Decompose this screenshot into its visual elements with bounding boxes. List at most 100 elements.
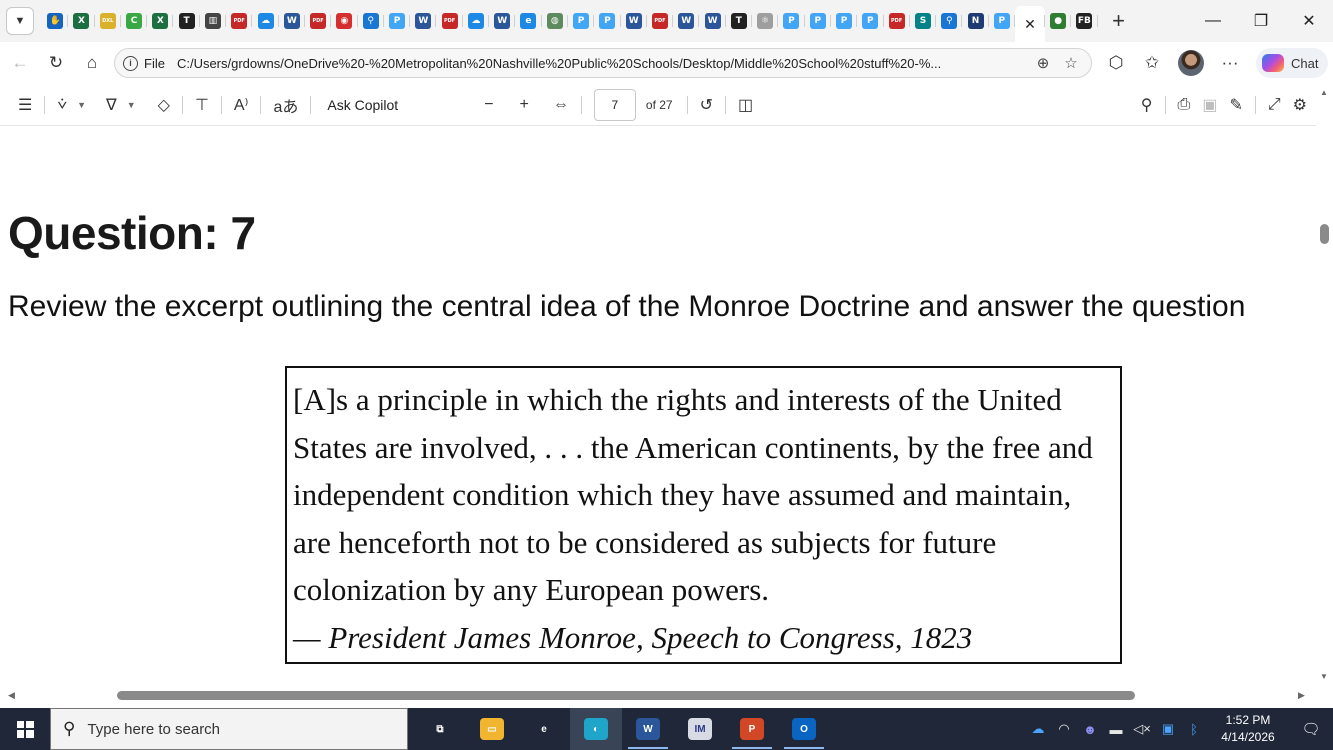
back-button[interactable]: ←: [2, 45, 38, 81]
zoom-out-button[interactable]: −: [478, 90, 499, 120]
browser-tab[interactable]: P: [778, 6, 805, 36]
scroll-right-icon[interactable]: ▶: [1298, 690, 1305, 701]
browser-tab[interactable]: N: [962, 6, 989, 36]
draw-button[interactable]: ∇ ▼: [100, 90, 142, 120]
pdf-document-view[interactable]: Question: 7 Review the excerpt outlining…: [0, 126, 1316, 686]
browser-tab[interactable]: P: [989, 6, 1016, 36]
zoom-in-button[interactable]: +: [514, 90, 535, 120]
browser-tab[interactable]: ☁: [463, 6, 490, 36]
browser-tab[interactable]: ◍: [542, 6, 569, 36]
scroll-up-icon[interactable]: ▲: [1320, 88, 1328, 97]
browser-tab[interactable]: T: [173, 6, 201, 36]
page-number-input[interactable]: [593, 88, 636, 121]
info-icon[interactable]: i: [123, 55, 138, 71]
browser-tab[interactable]: ●: [1045, 6, 1072, 36]
favorite-button[interactable]: ☆: [1057, 54, 1085, 72]
home-button[interactable]: ⌂: [74, 45, 110, 81]
browser-tab[interactable]: X: [68, 6, 95, 36]
teams-icon[interactable]: ☻: [1079, 708, 1101, 750]
browser-tab[interactable]: P: [805, 6, 832, 36]
browser-tab[interactable]: P: [568, 6, 595, 36]
translate-button[interactable]: aあ: [267, 90, 304, 120]
clock[interactable]: 1:52 PM 4/14/2026: [1207, 712, 1289, 746]
outlook-tray-icon[interactable]: ▣: [1157, 708, 1179, 750]
horizontal-scrollbar[interactable]: ◀ ▶: [0, 686, 1316, 708]
pdf-settings-button[interactable]: ⚙: [1287, 90, 1313, 120]
browser-tab[interactable]: P: [857, 6, 884, 36]
taskbar-app-button[interactable]: e: [518, 708, 570, 750]
taskbar-search-box[interactable]: ⚲ Type here to search: [50, 708, 408, 750]
browser-tab[interactable]: PDF: [305, 6, 332, 36]
browser-tab[interactable]: X: [147, 6, 174, 36]
browser-tab[interactable]: DXL: [95, 6, 122, 36]
ask-copilot-button[interactable]: Ask Copilot: [317, 97, 408, 113]
address-bar[interactable]: i File C:/Users/grdowns/OneDrive%20-%20M…: [114, 48, 1092, 78]
save-as-button[interactable]: ✎: [1223, 90, 1248, 120]
browser-tab[interactable]: P: [384, 6, 411, 36]
favorites-button[interactable]: ✩: [1134, 45, 1170, 81]
browser-tab[interactable]: PDF: [647, 6, 674, 36]
notifications-button[interactable]: 🗨: [1289, 708, 1333, 750]
browser-tab[interactable]: ✋: [42, 6, 69, 36]
browser-tab[interactable]: ⚲: [936, 6, 963, 36]
vertical-scrollbar[interactable]: ▲ ▼: [1316, 84, 1333, 686]
wifi-icon[interactable]: ◠: [1053, 708, 1075, 750]
add-text-button[interactable]: ⊤: [189, 90, 215, 120]
browser-tab[interactable]: W: [673, 6, 700, 36]
active-browser-tab[interactable]: ✕: [1014, 6, 1045, 42]
close-tab-icon[interactable]: ✕: [1024, 16, 1036, 33]
zoom-button[interactable]: ⊕: [1029, 54, 1057, 72]
browser-tab[interactable]: ☁: [252, 6, 279, 36]
taskbar-app-button[interactable]: IM: [674, 708, 726, 750]
taskbar-app-button[interactable]: P: [726, 708, 778, 750]
battery-icon[interactable]: ▬: [1105, 708, 1127, 750]
taskbar-app-button[interactable]: ◐: [570, 708, 622, 750]
horizontal-scroll-thumb[interactable]: [117, 691, 1135, 700]
new-tab-button[interactable]: +: [1104, 6, 1134, 36]
bluetooth-icon[interactable]: ᛒ: [1183, 708, 1205, 750]
taskbar-app-button[interactable]: ▭: [466, 708, 518, 750]
scroll-down-icon[interactable]: ▼: [1320, 672, 1328, 681]
url-text[interactable]: C:/Users/grdowns/OneDrive%20-%20Metropol…: [177, 56, 1027, 71]
browser-tab[interactable]: P: [594, 6, 621, 36]
browser-tab[interactable]: W: [279, 6, 306, 36]
browser-tab[interactable]: W: [410, 6, 437, 36]
browser-tab[interactable]: ⚛: [752, 6, 779, 36]
refresh-button[interactable]: ↻: [38, 45, 74, 81]
volume-icon[interactable]: ◁×: [1131, 708, 1153, 750]
scroll-left-icon[interactable]: ◀: [8, 690, 15, 701]
more-menu-button[interactable]: ···: [1212, 45, 1248, 81]
profile-avatar[interactable]: [1178, 50, 1204, 76]
restore-button[interactable]: ❐: [1237, 0, 1285, 42]
browser-tab[interactable]: e: [515, 6, 542, 36]
browser-tab[interactable]: W: [699, 6, 727, 36]
browser-tab[interactable]: ◉: [331, 6, 358, 36]
fullscreen-button[interactable]: ⤢: [1262, 90, 1287, 120]
browser-tab[interactable]: W: [489, 6, 516, 36]
browser-tab[interactable]: T: [726, 6, 753, 36]
copilot-chat-button[interactable]: Chat: [1256, 48, 1329, 78]
browser-tab[interactable]: FB: [1071, 6, 1098, 36]
browser-tab[interactable]: PDF: [884, 6, 911, 36]
browser-tab[interactable]: W: [621, 6, 648, 36]
taskbar-app-button[interactable]: O: [778, 708, 830, 750]
print-button[interactable]: ⎙: [1172, 90, 1197, 120]
highlight-button[interactable]: ⩒ ▼: [51, 90, 92, 120]
minimize-button[interactable]: —: [1189, 0, 1237, 42]
start-button[interactable]: [0, 708, 50, 750]
contents-button[interactable]: ☰: [12, 90, 38, 120]
erase-button[interactable]: ◇: [152, 90, 176, 120]
onedrive-icon[interactable]: ☁: [1027, 708, 1049, 750]
read-aloud-button[interactable]: A⁾: [228, 90, 255, 120]
vertical-scroll-thumb[interactable]: [1320, 224, 1329, 244]
tab-actions-menu-button[interactable]: ▼: [6, 7, 34, 35]
browser-tab[interactable]: C: [121, 6, 148, 36]
close-window-button[interactable]: ✕: [1285, 0, 1333, 42]
taskbar-app-button[interactable]: ⧉: [414, 708, 466, 750]
browser-tab[interactable]: ▥: [200, 6, 227, 36]
rotate-button[interactable]: ↺: [694, 90, 719, 120]
taskbar-app-button[interactable]: W: [622, 708, 674, 750]
fit-width-button[interactable]: ⇔: [547, 90, 575, 120]
browser-tab[interactable]: PDF: [226, 6, 253, 36]
browser-tab[interactable]: ⚲: [358, 6, 385, 36]
